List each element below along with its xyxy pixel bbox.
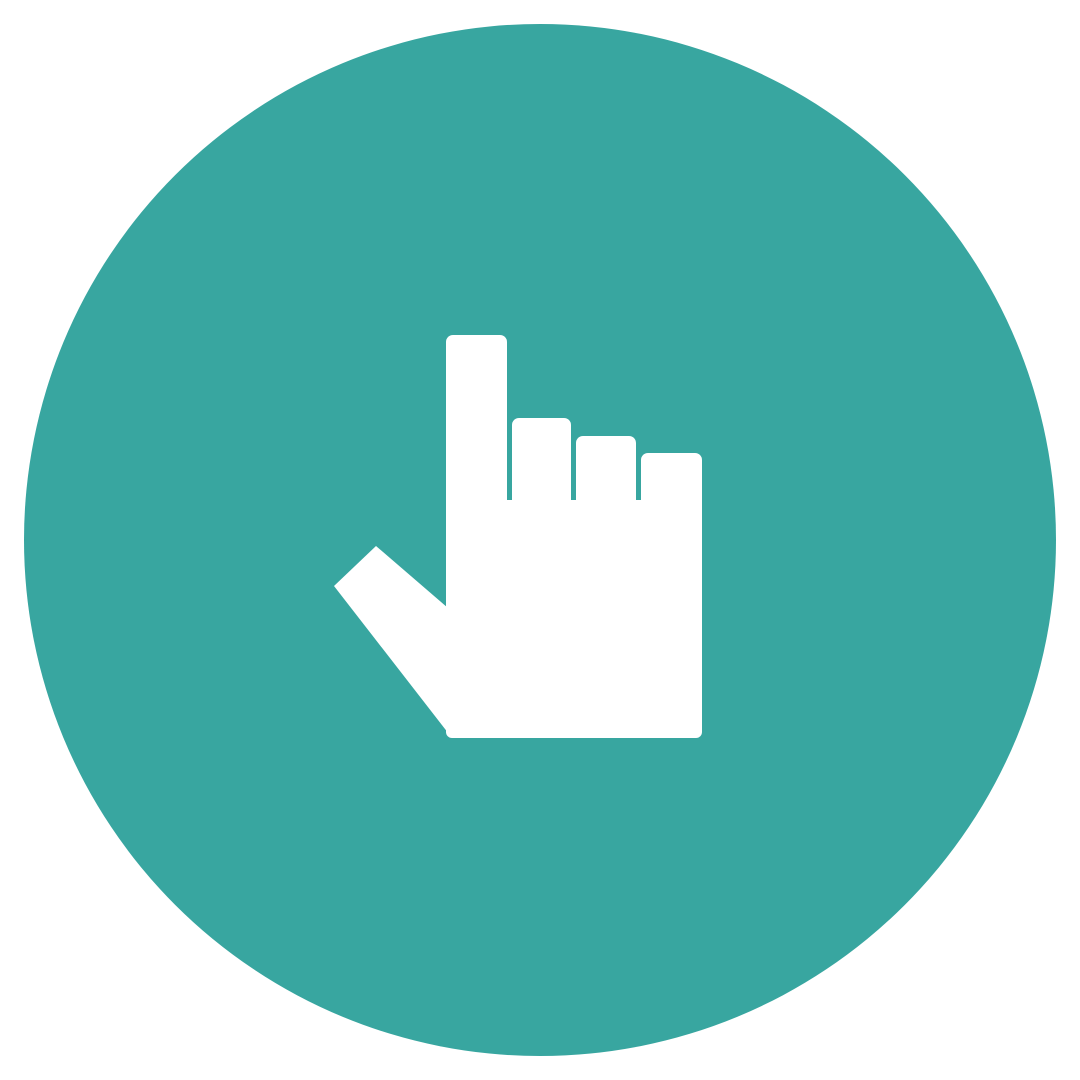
icon-canvas: [0, 0, 1080, 1080]
pointing-hand-icon[interactable]: [0, 0, 1080, 1080]
